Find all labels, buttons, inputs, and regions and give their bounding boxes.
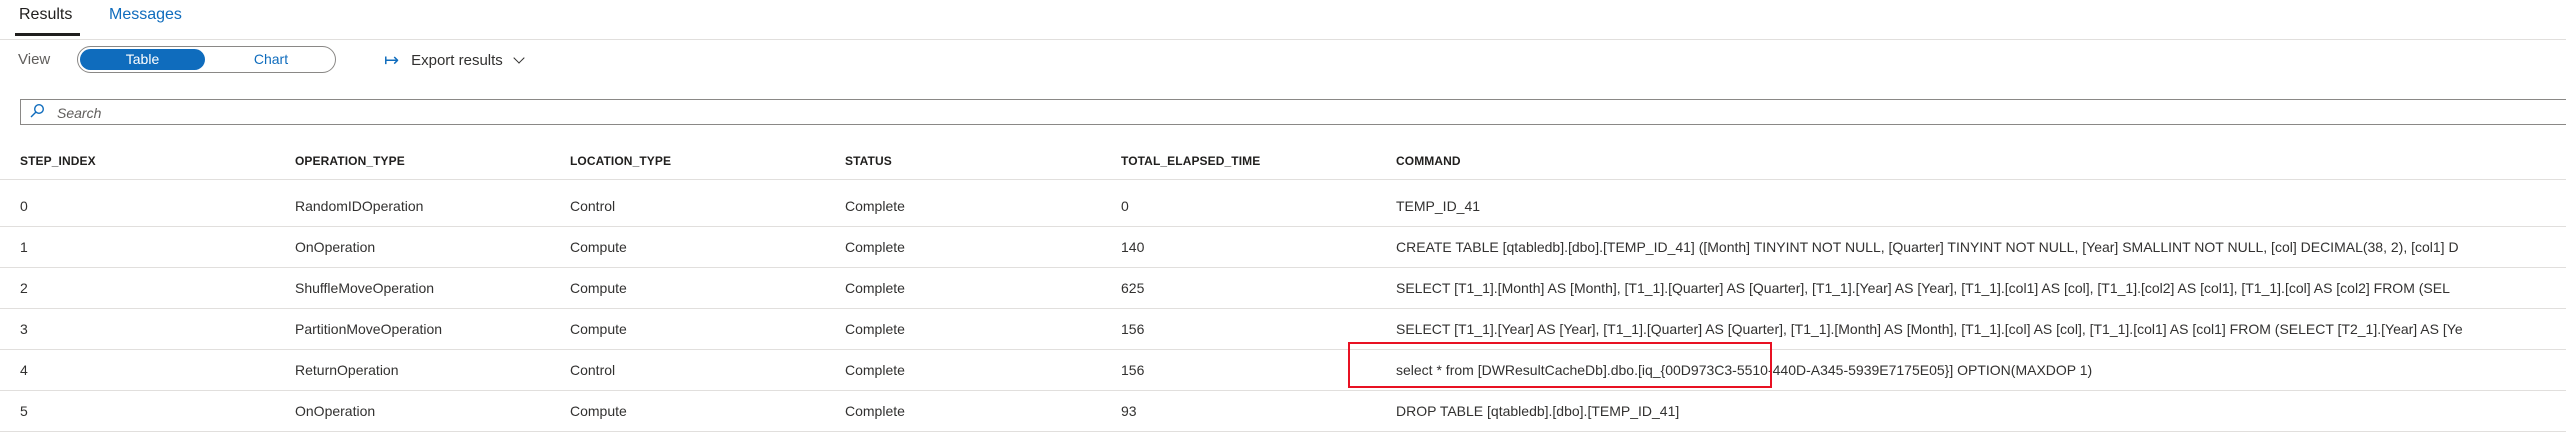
cell-location-type: Compute	[570, 403, 627, 419]
export-results-button[interactable]: ↦ Export results	[384, 49, 525, 71]
tabs-divider	[0, 39, 2566, 40]
chevron-down-icon	[513, 51, 525, 64]
table-row[interactable]: 2 ShuffleMoveOperation Compute Complete …	[0, 268, 2566, 309]
column-header-operation-type[interactable]: OPERATION_TYPE	[295, 154, 405, 168]
cell-command: SELECT [T1_1].[Month] AS [Month], [T1_1]…	[1396, 280, 2450, 296]
view-table-button[interactable]: Table	[80, 49, 205, 70]
header-divider	[0, 179, 2566, 180]
tab-results[interactable]: Results	[19, 6, 72, 24]
cell-operation-type: ReturnOperation	[295, 362, 399, 378]
tab-messages[interactable]: Messages	[109, 6, 182, 24]
cell-step-index: 4	[20, 362, 28, 378]
cell-total-elapsed-time: 156	[1121, 362, 1145, 378]
cell-command: select * from [DWResultCacheDb].dbo.[iq_…	[1396, 362, 2093, 378]
active-tab-indicator	[15, 33, 80, 36]
view-label: View	[18, 51, 51, 68]
cell-operation-type: OnOperation	[295, 403, 376, 419]
cell-step-index: 5	[20, 403, 28, 419]
column-header-total-elapsed-time[interactable]: TOTAL_ELAPSED_TIME	[1121, 154, 1260, 168]
cell-operation-type: OnOperation	[295, 239, 376, 255]
view-toggle: Table Chart	[77, 46, 336, 73]
cell-total-elapsed-time: 93	[1121, 403, 1137, 419]
cell-location-type: Control	[570, 362, 616, 378]
cell-status: Complete	[845, 321, 905, 337]
search-icon	[30, 103, 45, 118]
cell-operation-type: ShuffleMoveOperation	[295, 280, 435, 296]
cell-command: TEMP_ID_41	[1396, 198, 1481, 214]
search-box[interactable]	[20, 99, 2566, 125]
cell-status: Complete	[845, 239, 905, 255]
cell-location-type: Compute	[570, 239, 627, 255]
table-row[interactable]: 4 ReturnOperation Control Complete 156 s…	[0, 350, 2566, 391]
cell-total-elapsed-time: 0	[1121, 198, 1129, 214]
table-row[interactable]: 0 RandomIDOperation Control Complete 0 T…	[0, 186, 2566, 227]
cell-command: DROP TABLE [qtabledb].[dbo].[TEMP_ID_41]	[1396, 403, 1680, 419]
cell-command: SELECT [T1_1].[Year] AS [Year], [T1_1].[…	[1396, 321, 2463, 337]
results-tab-bar: Results Messages	[0, 0, 2566, 39]
cell-total-elapsed-time: 625	[1121, 280, 1145, 296]
cell-step-index: 3	[20, 321, 28, 337]
cell-step-index: 1	[20, 239, 28, 255]
cell-operation-type: PartitionMoveOperation	[295, 321, 443, 337]
cell-step-index: 0	[20, 198, 28, 214]
cell-status: Complete	[845, 198, 905, 214]
cell-command: CREATE TABLE [qtabledb].[dbo].[TEMP_ID_4…	[1396, 239, 2459, 255]
table-row[interactable]: 5 OnOperation Compute Complete 93 DROP T…	[0, 391, 2566, 432]
cell-operation-type: RandomIDOperation	[295, 198, 424, 214]
cell-location-type: Compute	[570, 280, 627, 296]
column-header-step-index[interactable]: STEP_INDEX	[20, 154, 96, 168]
column-header-status[interactable]: STATUS	[845, 154, 892, 168]
column-header-command[interactable]: COMMAND	[1396, 154, 1461, 168]
row-divider	[0, 431, 2566, 432]
view-chart-button[interactable]: Chart	[209, 49, 333, 70]
cell-step-index: 2	[20, 280, 28, 296]
cell-location-type: Compute	[570, 321, 627, 337]
cell-total-elapsed-time: 156	[1121, 321, 1145, 337]
cell-total-elapsed-time: 140	[1121, 239, 1145, 255]
cell-status: Complete	[845, 280, 905, 296]
cell-location-type: Control	[570, 198, 616, 214]
search-input[interactable]	[55, 102, 2459, 124]
cell-status: Complete	[845, 403, 905, 419]
cell-status: Complete	[845, 362, 905, 378]
export-results-label: Export results	[411, 51, 503, 69]
column-header-location-type[interactable]: LOCATION_TYPE	[570, 154, 671, 168]
arrow-export-icon: ↦	[384, 49, 400, 70]
table-row[interactable]: 3 PartitionMoveOperation Compute Complet…	[0, 309, 2566, 350]
table-row[interactable]: 1 OnOperation Compute Complete 140 CREAT…	[0, 227, 2566, 268]
